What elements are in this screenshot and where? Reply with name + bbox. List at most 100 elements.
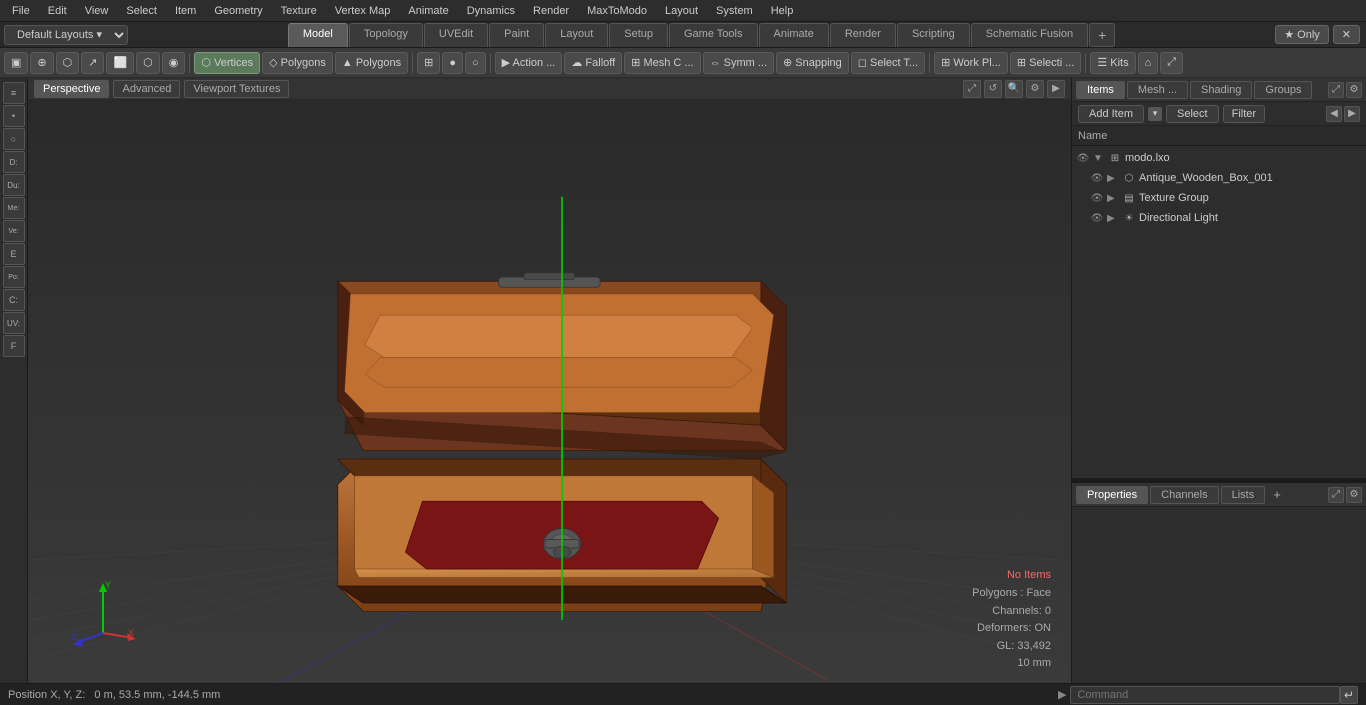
layout-tab-render[interactable]: Render [830,23,896,47]
add-item-btn[interactable]: Add Item [1078,105,1144,123]
command-run-btn[interactable]: ↵ [1340,686,1358,704]
mesh-mode-btn[interactable]: ⊞ [417,52,440,74]
left-tool-6[interactable]: Ve: [3,220,25,242]
vp-tab-advanced[interactable]: Advanced [113,80,180,98]
layout-close-btn[interactable]: ✕ [1333,25,1360,44]
left-tool-8[interactable]: Po: [3,266,25,288]
menu-layout[interactable]: Layout [657,3,706,19]
layout-tab-gametools[interactable]: Game Tools [669,23,758,47]
items-expand-btn[interactable]: ⤢ [1328,82,1344,98]
vp-reset-btn[interactable]: ↺ [984,80,1002,98]
view-expand-btn[interactable]: ⤢ [1160,52,1183,74]
viewport[interactable]: Perspective Advanced Viewport Textures ⤢… [28,78,1071,683]
toolbar-square[interactable]: ▣ [4,52,28,74]
snapping-btn[interactable]: ⊕ Snapping [776,52,849,74]
layout-tab-schematic[interactable]: Schematic Fusion [971,23,1088,47]
work-pl-btn[interactable]: ⊞ Work Pl... [934,52,1008,74]
ring-btn[interactable]: ○ [465,52,486,74]
vp-more-btn[interactable]: ▶ [1047,80,1065,98]
menu-animate[interactable]: Animate [400,3,456,19]
items-settings-btn[interactable]: ⚙ [1346,82,1362,98]
toolbar-square2[interactable]: ⬜ [106,52,134,74]
menu-dynamics[interactable]: Dynamics [459,3,523,19]
menu-vertex-map[interactable]: Vertex Map [327,3,399,19]
vp-tab-textures[interactable]: Viewport Textures [184,80,289,98]
eye-icon-mesh[interactable]: 👁 [1090,171,1104,185]
toolbar-arrow[interactable]: ↗ [81,52,104,74]
add-item-arrow[interactable]: ▾ [1148,107,1162,121]
layout-tab-layout[interactable]: Layout [545,23,608,47]
vp-zoom-btn[interactable]: 🔍 [1005,80,1023,98]
props-tab-channels[interactable]: Channels [1150,486,1218,504]
tree-item-root[interactable]: 👁 ▼ ⊞ modo.lxo [1072,148,1366,168]
action-btn[interactable]: ▶ Action ... [495,52,563,74]
tab-groups[interactable]: Groups [1254,81,1312,99]
eye-icon-texgrp[interactable]: 👁 [1090,191,1104,205]
menu-select[interactable]: Select [118,3,165,19]
eye-icon-light[interactable]: 👁 [1090,211,1104,225]
view-home-btn[interactable]: ⌂ [1138,52,1159,74]
viewport-canvas[interactable]: Y X Z No Items Polygons : Face Channels:… [28,100,1071,683]
eye-icon-root[interactable]: 👁 [1076,151,1090,165]
tab-shading[interactable]: Shading [1190,81,1252,99]
items-collapse-btn[interactable]: ◀ [1326,106,1342,122]
toolbar-diamond[interactable]: ⬡ [56,52,80,74]
menu-system[interactable]: System [708,3,761,19]
layout-tab-uvedit[interactable]: UVEdit [424,23,488,47]
vp-settings-btn[interactable]: ⚙ [1026,80,1044,98]
left-tool-3[interactable]: D: [3,151,25,173]
vertices-btn[interactable]: ⬡ Vertices [194,52,260,74]
menu-item[interactable]: Item [167,3,204,19]
layout-tab-scripting[interactable]: Scripting [897,23,970,47]
polygons-btn[interactable]: ▲ Polygons [335,52,408,74]
expand-root[interactable]: ▼ [1093,153,1105,164]
command-input[interactable] [1070,686,1340,704]
filter-btn[interactable]: Filter [1223,105,1265,123]
expand-mesh[interactable]: ▶ [1107,173,1119,184]
symm-btn[interactable]: ⇔ Symm ... [703,52,774,74]
layout-tab-plus[interactable]: + [1089,23,1115,47]
layout-tab-animate[interactable]: Animate [759,23,829,47]
left-tool-4[interactable]: Du: [3,174,25,196]
toolbar-circle[interactable]: ◉ [162,52,186,74]
left-tool-10[interactable]: UV: [3,312,25,334]
props-settings-btn[interactable]: ⚙ [1346,487,1362,503]
menu-file[interactable]: File [4,3,38,19]
menu-render[interactable]: Render [525,3,577,19]
kits-btn[interactable]: ☰ Kits [1090,52,1135,74]
layout-tab-paint[interactable]: Paint [489,23,544,47]
select-btn[interactable]: Select [1166,105,1219,123]
tab-mesh[interactable]: Mesh ... [1127,81,1188,99]
toolbar-hex[interactable]: ⬡ [136,52,160,74]
vp-maximize-btn[interactable]: ⤢ [963,80,981,98]
vp-tab-perspective[interactable]: Perspective [34,80,109,98]
tree-item-mesh[interactable]: 👁 ▶ ⬡ Antique_Wooden_Box_001 [1086,168,1366,188]
tab-items[interactable]: Items [1076,81,1125,99]
menu-texture[interactable]: Texture [273,3,325,19]
menu-maxtomodo[interactable]: MaxToModo [579,3,655,19]
left-tool-5[interactable]: Me: [3,197,25,219]
left-tool-1[interactable]: • [3,105,25,127]
expand-light[interactable]: ▶ [1107,213,1119,224]
props-tab-lists[interactable]: Lists [1221,486,1266,504]
left-tool-2[interactable]: ○ [3,128,25,150]
selecti-btn[interactable]: ⊞ Selecti ... [1010,52,1082,74]
left-tool-7[interactable]: E [3,243,25,265]
menu-edit[interactable]: Edit [40,3,75,19]
layout-tab-setup[interactable]: Setup [609,23,668,47]
props-expand-btn[interactable]: ⤢ [1328,487,1344,503]
mesh-c-btn[interactable]: ⊞ Mesh C ... [624,52,700,74]
menu-view[interactable]: View [77,3,117,19]
layout-tab-model[interactable]: Model [288,23,348,47]
layout-tab-topology[interactable]: Topology [349,23,423,47]
left-tool-11[interactable]: F [3,335,25,357]
dot-btn[interactable]: ● [442,52,463,74]
boundary-btn[interactable]: ◇ Polygons [262,52,333,74]
left-tool-0[interactable]: ≡ [3,82,25,104]
tree-item-light[interactable]: 👁 ▶ ☀ Directional Light [1086,208,1366,228]
toolbar-origin[interactable]: ⊕ [30,52,53,74]
left-tool-9[interactable]: C: [3,289,25,311]
expand-texgrp[interactable]: ▶ [1107,193,1119,204]
menu-help[interactable]: Help [763,3,802,19]
layout-dropdown[interactable]: Default Layouts ▾ [4,25,128,45]
